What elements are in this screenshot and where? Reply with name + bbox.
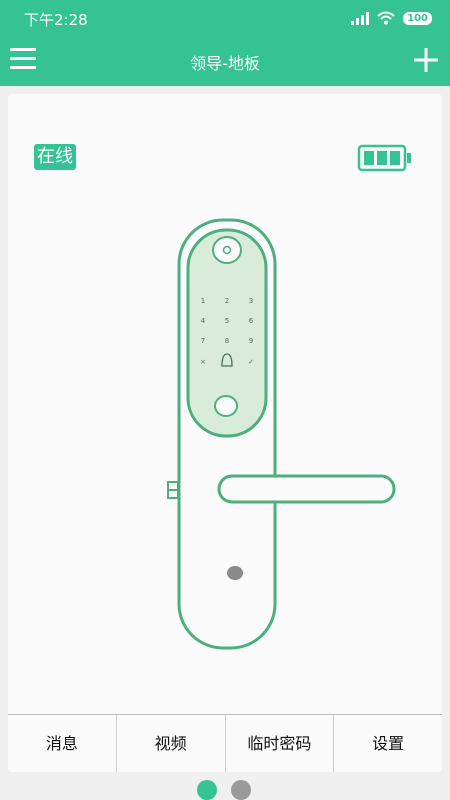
bottom-tab-bar: 消息 视频 临时密码 设置 xyxy=(8,714,442,772)
fingerprint-sensor xyxy=(214,395,238,417)
page-dot-active[interactable] xyxy=(197,780,217,800)
svg-text:5: 5 xyxy=(225,317,229,325)
tab-video[interactable]: 视频 xyxy=(117,715,226,772)
svg-text:6: 6 xyxy=(249,317,254,325)
tab-messages[interactable]: 消息 xyxy=(8,715,117,772)
camera-icon xyxy=(212,236,242,264)
app-bar: 领导-地板 xyxy=(0,36,450,86)
keyhole-icon xyxy=(227,566,243,580)
svg-text:4: 4 xyxy=(201,317,206,325)
svg-text:9: 9 xyxy=(249,337,253,345)
signal-icon xyxy=(351,11,370,25)
lock-handle xyxy=(217,474,396,504)
door-lock-illustration: 1 2 3 4 5 6 7 8 9 × ✓ xyxy=(167,218,396,650)
wifi-icon xyxy=(377,11,395,25)
svg-text:1: 1 xyxy=(201,297,205,305)
svg-text:2: 2 xyxy=(225,297,229,305)
svg-text:×: × xyxy=(200,358,206,366)
online-status-badge: 在线 xyxy=(34,144,76,170)
page-title: 领导-地板 xyxy=(190,54,260,73)
battery-icon: 100 xyxy=(403,11,432,25)
page-indicator xyxy=(197,780,251,800)
device-battery-icon xyxy=(357,144,411,172)
svg-text:3: 3 xyxy=(249,297,253,305)
status-time: 下午2:28 xyxy=(24,11,88,29)
tab-settings[interactable]: 设置 xyxy=(334,715,442,772)
status-icons: 100 xyxy=(351,11,432,25)
svg-text:7: 7 xyxy=(201,337,205,345)
page-dot-inactive[interactable] xyxy=(231,780,251,800)
plus-icon[interactable] xyxy=(412,46,440,74)
status-bar: 下午2:28 100 xyxy=(0,0,450,36)
tab-temporary-password[interactable]: 临时密码 xyxy=(226,715,335,772)
device-card: 在线 1 2 3 4 5 6 7 8 9 × ✓ 消息 视频 临时密码 设置 xyxy=(8,94,442,772)
svg-text:8: 8 xyxy=(225,337,229,345)
svg-text:✓: ✓ xyxy=(248,358,254,366)
